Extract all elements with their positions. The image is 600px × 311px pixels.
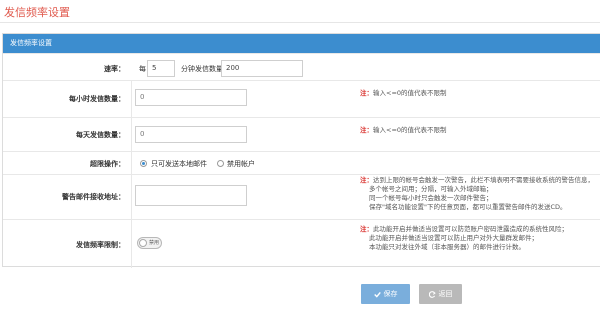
- page-title: 发信频率设置: [4, 6, 70, 19]
- daily-input[interactable]: 0: [135, 126, 247, 143]
- limit-note: 注：此功能开启并做适当设置可以防范账户密码泄露造成的系统性风险； 此功能开启并做…: [360, 225, 568, 252]
- alert-label: 警告邮件接收地址：: [62, 193, 125, 201]
- rate-prefix: 每: [139, 65, 146, 73]
- daily-row: 每天发信数量： 0 注：输入<=0的值代表不限制: [3, 117, 600, 151]
- overlimit-row: 超限操作： 只可发送本地邮件 禁用帐户: [3, 151, 600, 174]
- frequency-limit-toggle[interactable]: 禁用: [137, 237, 162, 249]
- alert-note-line-4: 保存"域名功能设置"下的任意页面，都可以重置警告邮件的发送CD。: [369, 203, 567, 211]
- alert-note-line-1: 达到上限的帐号会触发一次警告，此栏不填表明不需要接收系统的警告信息，: [373, 176, 594, 184]
- settings-panel: 发信频率设置 速率： 每 5 分钟发信数量 200 每小时发信数量： 0 注：输…: [2, 33, 600, 268]
- rate-row: 速率： 每 5 分钟发信数量 200: [3, 53, 600, 80]
- limit-note-star: 注：: [360, 225, 373, 233]
- overlimit-label: 超限操作：: [90, 160, 125, 168]
- alert-note-line-3: 同一个帐号每小时只会触发一次邮件警告；: [369, 194, 493, 202]
- radio-local-only-label[interactable]: 只可发送本地邮件: [151, 159, 207, 169]
- hourly-note: 注：输入<=0的值代表不限制: [360, 89, 447, 98]
- alert-note: 注：达到上限的帐号会触发一次警告，此栏不填表明不需要接收系统的警告信息， 多个帐…: [360, 176, 598, 212]
- hourly-note-star: 注：: [360, 89, 373, 97]
- limit-row: 发信频率限制： 禁用 注：此功能开启并做适当设置可以防范账户密码泄露造成的系统性…: [3, 219, 600, 268]
- check-icon: [373, 291, 381, 298]
- hourly-input[interactable]: 0: [135, 89, 247, 106]
- back-arrow-icon: [428, 290, 436, 298]
- save-button[interactable]: 保存: [361, 284, 410, 304]
- alert-note-star: 注：: [360, 176, 373, 184]
- daily-note-star: 注：: [360, 126, 373, 134]
- hourly-note-text: 输入<=0的值代表不限制: [373, 89, 447, 97]
- back-button[interactable]: 返回: [419, 284, 462, 304]
- radio-local-only[interactable]: [140, 160, 147, 167]
- alert-note-line-2: 多个帐号之间用；分隔，可输入外域邮箱；: [369, 185, 493, 193]
- daily-note-text: 输入<=0的值代表不限制: [373, 126, 447, 134]
- hourly-row: 每小时发信数量： 0 注：输入<=0的值代表不限制: [3, 80, 600, 117]
- radio-disable-account[interactable]: [217, 160, 224, 167]
- rate-count-input[interactable]: 200: [221, 60, 303, 77]
- panel-header: 发信频率设置: [3, 34, 600, 53]
- save-label: 保存: [383, 290, 398, 298]
- daily-note: 注：输入<=0的值代表不限制: [360, 126, 447, 135]
- toggle-text: 禁用: [149, 240, 160, 246]
- hourly-label: 每小时发信数量：: [69, 95, 125, 103]
- back-label: 返回: [438, 290, 453, 298]
- limit-label: 发信频率限制：: [76, 241, 125, 249]
- rate-label: 速率：: [104, 65, 125, 73]
- alert-email-input[interactable]: [135, 185, 247, 206]
- alert-row: 警告邮件接收地址： 注：达到上限的帐号会触发一次警告，此栏不填表明不需要接收系统…: [3, 174, 600, 219]
- daily-label: 每天发信数量：: [76, 131, 125, 139]
- rate-middle-label: 分钟发信数量: [181, 65, 223, 73]
- radio-disable-account-label[interactable]: 禁用帐户: [227, 159, 255, 169]
- limit-note-line-2: 此功能开启并做适当设置可以防止用户对外大量群发邮件；: [369, 234, 538, 242]
- title-divider: [0, 22, 600, 23]
- limit-note-line-1: 此功能开启并做适当设置可以防范账户密码泄露造成的系统性风险；: [373, 225, 568, 233]
- rate-minutes-input[interactable]: 5: [147, 60, 175, 77]
- toggle-knob: [139, 239, 147, 247]
- limit-note-line-3: 本功能只对发往外域（非本服务器）的邮件进行计数。: [369, 243, 525, 251]
